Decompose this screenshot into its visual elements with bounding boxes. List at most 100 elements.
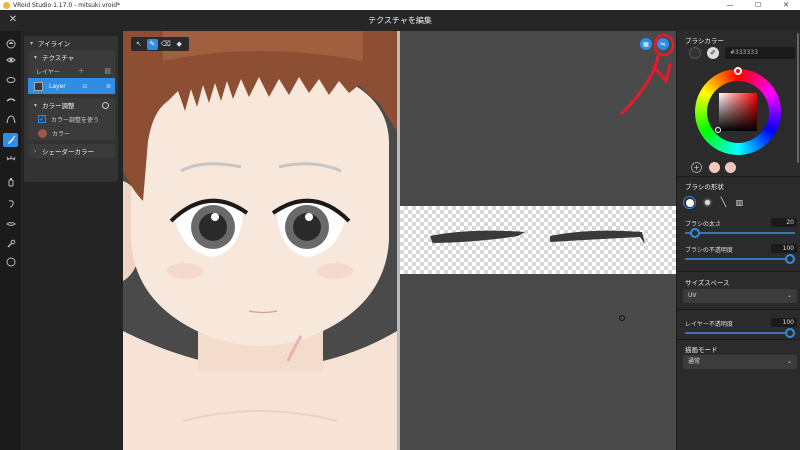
use-color-adjust-row[interactable]: ✓ カラー調整を使う <box>28 112 115 126</box>
maximize-button[interactable]: ☐ <box>748 0 768 10</box>
brush-color-title: ブラシカラー <box>685 37 724 45</box>
wrench-icon <box>7 239 15 248</box>
chevron-down-icon: ▾ <box>34 53 38 61</box>
info-icon[interactable] <box>102 101 109 109</box>
slider-track[interactable] <box>685 258 795 260</box>
slider-knob[interactable] <box>785 328 795 338</box>
transparent-texture-strip <box>400 206 676 274</box>
add-layer-icon[interactable]: ＋ <box>78 66 85 76</box>
mirror-button[interactable]: ⇋ <box>657 38 669 50</box>
texture-brush-option[interactable]: ▥ <box>733 196 746 209</box>
texture-section-header[interactable]: ▾ テクスチャ <box>28 50 115 64</box>
divider <box>677 176 800 177</box>
category-tool-rail <box>0 31 21 450</box>
eraser-tool-button[interactable]: ⌫ <box>160 39 172 50</box>
saturation-value-square[interactable] <box>719 93 757 131</box>
tool-rail-hair-button[interactable] <box>3 113 18 127</box>
hue-handle[interactable] <box>734 67 742 75</box>
soft-brush-icon <box>705 200 710 205</box>
texture-layer-card: ▾ アイライン ▾ テクスチャ レイヤー ＋ ▤ Layer ⊙ ⊘ ▾ カラー… <box>24 36 118 182</box>
current-color-swatch[interactable] <box>689 47 701 59</box>
blend-mode-title: 描画モード <box>685 346 718 354</box>
hex-color-input[interactable]: #333333 <box>725 47 795 59</box>
size-space-select[interactable]: UV ⌄ <box>683 289 797 303</box>
select-tool-button[interactable]: ↖ <box>133 39 145 50</box>
tool-rail-head-button[interactable] <box>3 37 18 51</box>
color-row[interactable]: カラー <box>28 126 115 140</box>
lock-icon[interactable]: ⊘ <box>106 83 111 90</box>
divider <box>677 271 800 272</box>
layer-menu-icon[interactable]: ▤ <box>104 67 111 75</box>
slider-knob[interactable] <box>785 254 795 264</box>
eyedropper-icon[interactable]: ✐ <box>707 47 719 59</box>
brush-icon <box>7 135 15 144</box>
hair-icon <box>6 115 15 124</box>
eyeline-group-header[interactable]: ▾ アイライン <box>24 36 118 50</box>
slider-track[interactable] <box>685 232 795 234</box>
grid-button[interactable]: ▦ <box>640 38 652 50</box>
layer-item[interactable]: Layer ⊙ ⊘ <box>28 78 115 94</box>
close-editor-icon[interactable]: ✕ <box>7 14 19 26</box>
page-title: テクスチャを編集 <box>368 16 432 25</box>
pen-tool-button[interactable]: ✎ <box>146 38 158 50</box>
fill-tool-button[interactable]: ◆ <box>174 39 186 50</box>
tool-rail-mouth-button[interactable] <box>3 73 18 87</box>
sv-handle[interactable] <box>715 127 721 133</box>
color-wheel[interactable] <box>695 67 781 155</box>
3d-viewport[interactable]: ↖ ✎ ⌫ ◆ <box>123 31 397 450</box>
mouth-icon <box>6 77 15 83</box>
tool-rail-bottle-button[interactable] <box>3 175 18 189</box>
blend-mode-value: 通常 <box>688 358 701 365</box>
preset-color-swatch[interactable] <box>725 162 736 173</box>
layer-opacity-slider: レイヤー不透明度 100 <box>685 318 797 338</box>
tool-rail-wrench-button[interactable] <box>3 237 18 251</box>
tool-rail-brush-button[interactable] <box>3 133 18 147</box>
paint-toolbar: ↖ ✎ ⌫ ◆ <box>131 37 189 51</box>
layer-header-row: レイヤー ＋ ▤ <box>28 64 115 78</box>
brush-opacity-value[interactable]: 100 <box>771 244 797 253</box>
uv-texture-canvas[interactable]: ▦ ⇋ <box>400 31 676 450</box>
eyelash-icon <box>6 156 15 161</box>
tool-rail-lips-button[interactable] <box>3 217 18 231</box>
slider-knob[interactable] <box>690 228 700 238</box>
shader-color-title: シェーダーカラー <box>42 148 94 156</box>
preset-color-swatch[interactable] <box>709 162 720 173</box>
eyebrow-icon <box>6 98 15 102</box>
brush-opacity-label: ブラシの不透明度 <box>685 247 733 254</box>
tool-rail-ear-button[interactable] <box>3 197 18 211</box>
tool-rail-eyebrow-button[interactable] <box>3 93 18 107</box>
use-color-adjust-checkbox[interactable]: ✓ <box>38 115 46 123</box>
tool-rail-eye-button[interactable] <box>3 53 18 67</box>
size-space-value: UV <box>688 292 697 299</box>
bottle-icon <box>8 178 13 187</box>
panel-scrollbar[interactable] <box>797 33 799 163</box>
minimize-button[interactable]: — <box>720 0 740 10</box>
tool-rail-face-outline-button[interactable] <box>3 255 18 269</box>
round-brush-option[interactable] <box>683 196 696 209</box>
color-swatch[interactable] <box>38 128 47 138</box>
window-title: VRoid Studio 1.17.0 - mitsuki.vroid* <box>13 1 121 9</box>
color-wheel-inner <box>707 81 769 143</box>
eyeline-group-title: アイライン <box>38 40 71 48</box>
layer-label: レイヤー <box>36 68 60 76</box>
use-color-adjust-label: カラー調整を使う <box>51 116 100 124</box>
blend-mode-select[interactable]: 通常 ⌄ <box>683 355 797 369</box>
shader-color-header[interactable]: › シェーダーカラー <box>28 144 115 158</box>
soft-brush-option[interactable] <box>701 196 714 209</box>
color-adjust-header[interactable]: ▾ カラー調整 <box>28 98 115 112</box>
tool-rail-eyelash-button[interactable] <box>3 153 18 167</box>
divider <box>677 309 800 310</box>
visibility-icon[interactable]: ⊙ <box>82 83 87 90</box>
layer-opacity-value[interactable]: 100 <box>771 318 797 327</box>
size-space-title: サイズスペース <box>685 279 730 287</box>
pen-brush-icon: ╲ <box>720 197 727 208</box>
window-close-button[interactable]: ✕ <box>776 0 796 10</box>
add-swatch-button[interactable]: + <box>691 162 702 173</box>
eyeline-strokes <box>430 230 645 244</box>
slider-track[interactable] <box>685 332 795 334</box>
vroid-app-icon <box>3 1 10 9</box>
ear-icon <box>8 200 14 208</box>
pen-brush-option[interactable]: ╲ <box>717 196 730 209</box>
brush-opacity-slider: ブラシの不透明度 100 <box>685 244 797 264</box>
brush-size-value[interactable]: 20 <box>771 218 797 227</box>
